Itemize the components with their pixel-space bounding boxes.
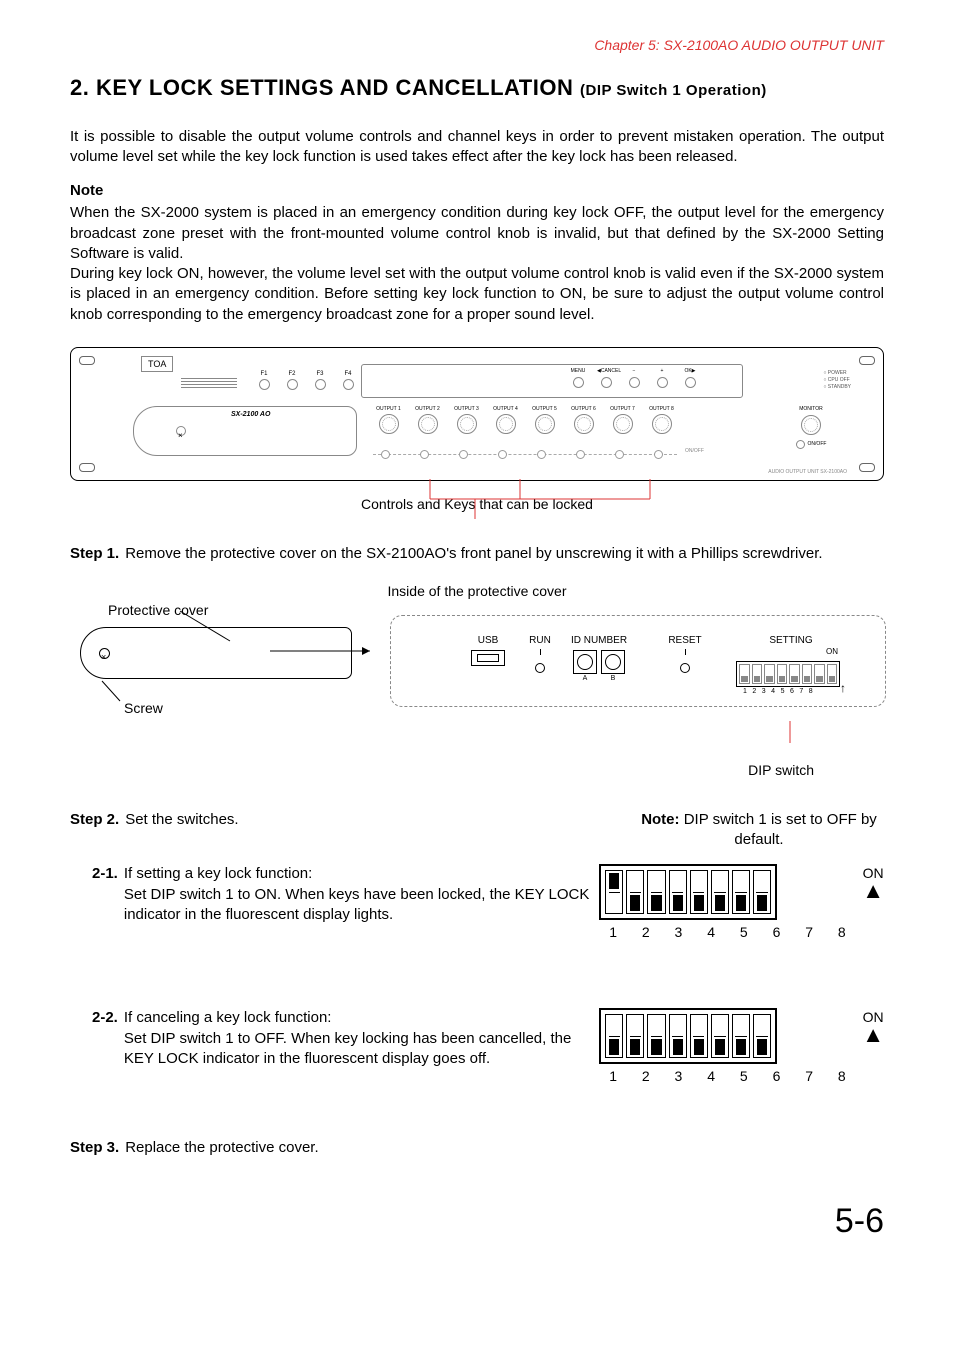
toa-logo: TOA (141, 356, 173, 372)
function-keys: F1 F2 F3 F4 (257, 370, 355, 390)
dip-switch-1-on (605, 870, 623, 914)
dip-switch-label: DIP switch (70, 761, 884, 780)
dip-callout-icon (70, 721, 884, 761)
heading-sub: (DIP Switch 1 Operation) (580, 82, 767, 99)
arrow-up-icon: ▲ (862, 1027, 884, 1043)
callout-arrows-icon (70, 601, 370, 721)
panel-screw-icon (859, 356, 875, 365)
sub-2-2-title: If canceling a key lock function: (124, 1008, 590, 1028)
setting-dip-block: SETTING ON 12345678 ↑ (731, 634, 851, 697)
run-led-icon: RUN (523, 634, 557, 674)
dip-diagram-on: 1 2 3 4 5 6 7 8 ON ▲ (599, 864, 884, 942)
front-panel-figure: TOA F1 F2 F3 F4 MENU ◀CANCEL − + OK▶ (70, 347, 884, 514)
monitor-block: MONITOR ON/OFF (781, 406, 841, 449)
output-knobs: OUTPUT 1 OUTPUT 2 OUTPUT 3 OUTPUT 4 OUTP… (369, 406, 681, 434)
sub-2-1-text: Set DIP switch 1 to ON. When keys have b… (124, 885, 590, 926)
note-bold: Note: (641, 811, 679, 828)
nav-keys: MENU ◀CANCEL − + OK▶ (569, 368, 699, 388)
front-panel-box: TOA F1 F2 F3 F4 MENU ◀CANCEL − + OK▶ (70, 347, 884, 481)
step-3-label: Step 3. (70, 1138, 119, 1158)
page-title: 2. KEY LOCK SETTINGS AND CANCELLATION (D… (70, 73, 884, 103)
heading-number: 2. (70, 75, 89, 100)
onoff-label: ON/OFF (685, 448, 704, 455)
note-paragraph-2: During key lock ON, however, the volume … (70, 264, 884, 325)
page-number: 5-6 (70, 1199, 884, 1245)
dip-switch-1-off (605, 1014, 623, 1058)
unit-label: AUDIO OUTPUT UNIT SX-2100AO (768, 469, 847, 476)
chapter-header: Chapter 5: SX-2100AO AUDIO OUTPUT UNIT (70, 36, 884, 55)
sub-2-2-label: 2-2. (92, 1008, 118, 1069)
intro-paragraph: It is possible to disable the output vol… (70, 127, 884, 168)
rotary-switch-icon (601, 650, 625, 674)
sub-2-2-text: Set DIP switch 1 to OFF. When key lockin… (124, 1029, 590, 1070)
note-paragraph-1: When the SX-2000 system is placed in an … (70, 203, 884, 264)
dip-switch-small-icon (736, 661, 840, 687)
callout-lines-icon (70, 479, 884, 525)
step-3-text: Replace the protective cover. (125, 1138, 884, 1158)
heading-main: KEY LOCK SETTINGS AND CANCELLATION (96, 75, 573, 100)
protective-cover-icon (133, 406, 357, 456)
step-1-label: Step 1. (70, 544, 119, 564)
rotary-switch-icon (573, 650, 597, 674)
step-2-note: Note: DIP switch 1 is set to OFF by defa… (634, 810, 884, 851)
status-leds: POWER CPU OFF STANDBY (823, 370, 851, 391)
dip-numbers-small: 12345678 (736, 687, 840, 696)
arrow-up-icon: ▲ (862, 883, 884, 899)
protective-cover-figure: Inside of the protective cover Protectiv… (70, 582, 884, 780)
sub-2-1-title: If setting a key lock function: (124, 864, 590, 884)
inside-cover-diagram: USB RUN ID NUMBER A B RESET (390, 615, 886, 707)
reset-button-icon: RESET (665, 634, 705, 674)
panel-screw-icon (79, 356, 95, 365)
arrow-up-icon: ↑ (840, 680, 846, 696)
panel-screw-icon (859, 463, 875, 472)
sub-2-1-label: 2-1. (92, 864, 118, 925)
usb-port-icon: USB (463, 634, 513, 670)
panel-screw-icon (79, 463, 95, 472)
monitor-knob-icon (801, 415, 821, 435)
dip-numbers: 1 2 3 4 5 6 7 8 (599, 923, 856, 942)
step-2-text: Set the switches. (125, 810, 604, 830)
dip-numbers: 1 2 3 4 5 6 7 8 (599, 1067, 856, 1086)
id-number-block: ID NUMBER A B (561, 634, 637, 684)
dip-diagram-off: 1 2 3 4 5 6 7 8 ON ▲ (599, 1008, 884, 1086)
vent-icon (181, 378, 237, 390)
figure-2-caption: Inside of the protective cover (70, 582, 884, 601)
step-1-text: Remove the protective cover on the SX-21… (125, 544, 884, 564)
note-title: Note (70, 181, 884, 201)
channel-leds (369, 448, 681, 462)
step-2-label: Step 2. (70, 810, 119, 830)
